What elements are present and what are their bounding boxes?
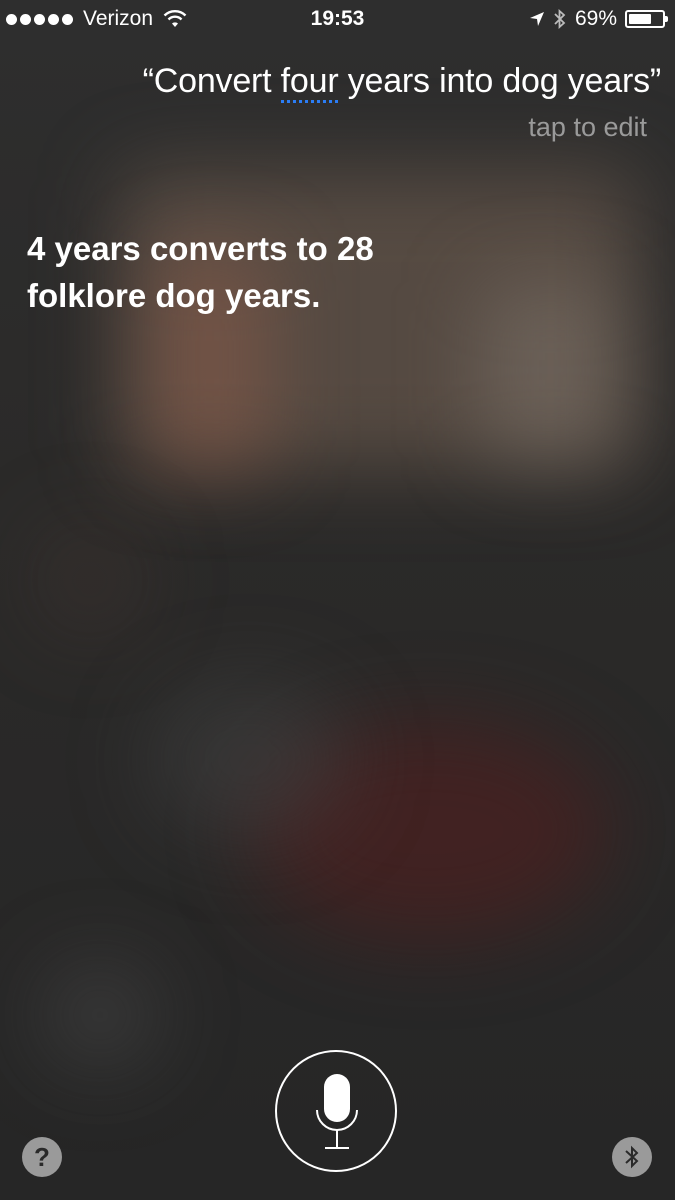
microphone-icon xyxy=(316,1074,358,1149)
battery-icon xyxy=(625,10,668,28)
status-right: 69% xyxy=(529,7,668,31)
tap-to-edit-hint[interactable]: tap to edit xyxy=(528,112,647,143)
background-blur-shape xyxy=(40,960,160,1070)
bluetooth-icon xyxy=(554,9,566,29)
help-button[interactable]: ? xyxy=(22,1137,62,1177)
blurred-background xyxy=(0,0,675,1200)
background-blur-shape xyxy=(30,520,150,640)
bluetooth-audio-button[interactable] xyxy=(612,1137,652,1177)
bluetooth-icon xyxy=(625,1145,639,1169)
location-arrow-icon xyxy=(529,12,544,26)
battery-percent: 69% xyxy=(574,7,617,30)
query-open-quote: “ xyxy=(142,62,154,100)
status-bar: Verizon 19:53 69% xyxy=(0,0,675,40)
siri-answer-text: 4 years converts to 28 folklore dog year… xyxy=(27,230,374,314)
query-text-before: Convert xyxy=(153,62,281,100)
query-close-quote: ” xyxy=(649,62,661,100)
microphone-button[interactable] xyxy=(275,1050,397,1172)
siri-query-text[interactable]: “Convert four years into dog years” xyxy=(142,62,661,103)
battery-level-fill xyxy=(629,14,652,24)
query-text-after: years into dog years xyxy=(338,62,650,100)
background-blur-shape xyxy=(150,680,350,840)
query-flagged-word[interactable]: four xyxy=(280,62,339,103)
background-blur-shape xyxy=(480,280,620,460)
